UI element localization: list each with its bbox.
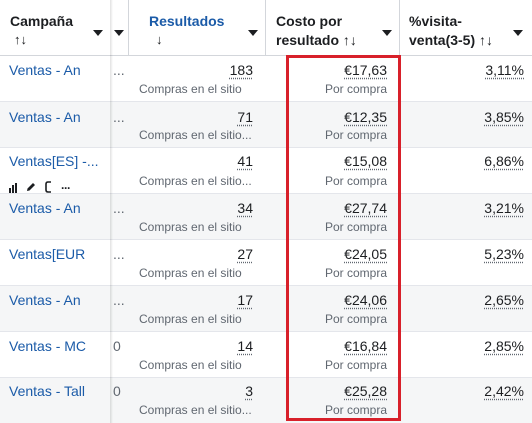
truncated-text: 0: [113, 383, 121, 399]
results-type: Compras en el sitio: [139, 358, 242, 372]
chevron-down-icon[interactable]: [93, 30, 103, 36]
column-title-cost: Costo por resultado ↑↓: [276, 12, 357, 50]
campaign-name-link[interactable]: Ventas - An: [9, 292, 81, 308]
chevron-down-icon[interactable]: [114, 30, 124, 36]
more-options-icon[interactable]: ···: [61, 182, 71, 194]
column-header-visit-sale[interactable]: %visita- venta(3-5) ↑↓: [399, 0, 532, 56]
sort-icon[interactable]: ↑↓: [343, 32, 357, 48]
chevron-down-icon[interactable]: [382, 30, 392, 36]
truncated-text: ...: [113, 292, 125, 308]
visit-sale-pct[interactable]: 2,85%: [484, 338, 524, 354]
results-type: Compras en el sitio...: [139, 403, 252, 417]
results-type: Compras en el sitio...: [139, 174, 252, 188]
results-type: Compras en el sitio...: [139, 128, 252, 142]
visit-sale-pct[interactable]: 5,23%: [484, 246, 524, 262]
chart-icon[interactable]: [9, 183, 17, 193]
visit-sale-pct[interactable]: 6,86%: [484, 153, 524, 169]
table-row[interactable]: Ventas[EUR ... 27 Compras en el sitio €2…: [0, 240, 532, 286]
results-type: Compras en el sitio: [139, 312, 242, 326]
visit-sale-pct[interactable]: 2,42%: [484, 383, 524, 399]
sort-down-icon[interactable]: ↓: [156, 32, 163, 47]
table-header: Campaña ↑↓ Resultados ↓ Costo por result…: [0, 0, 532, 56]
pencil-icon[interactable]: [25, 181, 37, 195]
table-row[interactable]: Ventas[ES] -... 41 Compras en el sitio..…: [0, 148, 532, 194]
column-title-cost-line1: Costo por: [276, 13, 343, 29]
campaign-name-link[interactable]: Ventas - An: [9, 62, 81, 78]
truncated-text: ...: [113, 62, 125, 78]
visit-sale-pct[interactable]: 2,65%: [484, 292, 524, 308]
column-title-cost-line2: resultado: [276, 32, 340, 48]
sort-icon[interactable]: ↑↓: [479, 32, 493, 48]
table-row[interactable]: Ventas - An ... 71 Compras en el sitio..…: [0, 102, 532, 148]
table-row[interactable]: Ventas - An ... 34 Compras en el sitio €…: [0, 194, 532, 240]
column-title-results: Resultados: [149, 13, 225, 29]
visit-sale-pct[interactable]: 3,11%: [485, 62, 524, 78]
results-value[interactable]: 34: [237, 200, 253, 216]
truncated-text: 0: [113, 338, 121, 354]
cost-column-highlight: [286, 55, 401, 421]
campaign-name-link[interactable]: Ventas - An: [9, 200, 81, 216]
visit-sale-pct[interactable]: 3,85%: [484, 109, 524, 125]
chevron-down-icon[interactable]: [513, 30, 523, 36]
campaign-name-link[interactable]: Ventas[EUR: [9, 246, 85, 262]
visit-sale-pct[interactable]: 3,21%: [484, 200, 524, 216]
results-value[interactable]: 183: [230, 62, 253, 78]
sort-icon[interactable]: ↑↓: [14, 32, 27, 47]
campaign-name-link[interactable]: Ventas - MC: [9, 338, 86, 354]
column-header-hidden[interactable]: [111, 0, 128, 56]
results-value[interactable]: 14: [237, 338, 253, 354]
table-row[interactable]: Ventas - MC 0 14 Compras en el sitio €16…: [0, 332, 532, 378]
truncated-text: ...: [113, 200, 125, 216]
table-row[interactable]: Ventas - An ... 183 Compras en el sitio …: [0, 56, 532, 102]
column-title-visit-sale: %visita- venta(3-5) ↑↓: [409, 12, 493, 50]
chevron-down-icon[interactable]: [248, 30, 258, 36]
results-value[interactable]: 41: [237, 153, 253, 169]
column-divider: [128, 0, 129, 56]
truncated-text: ...: [113, 109, 125, 125]
results-type: Compras en el sitio: [139, 220, 242, 234]
table-row[interactable]: Ventas - An ... 17 Compras en el sitio €…: [0, 286, 532, 332]
column-title-visit-line2: venta(3-5): [409, 32, 476, 48]
duplicate-icon[interactable]: [45, 181, 53, 195]
column-header-cost[interactable]: Costo por resultado ↑↓: [266, 0, 400, 56]
campaign-name-link[interactable]: Ventas - Tall: [9, 383, 85, 399]
results-type: Compras en el sitio: [139, 266, 242, 280]
truncated-text: ...: [113, 246, 125, 262]
table-row[interactable]: Ventas - Tall 0 3 Compras en el sitio...…: [0, 378, 532, 423]
results-value[interactable]: 3: [245, 383, 253, 399]
results-value[interactable]: 27: [237, 246, 253, 262]
column-title-visit-line1: %visita-: [409, 13, 462, 29]
frozen-column-shadow: [110, 0, 113, 423]
column-header-results[interactable]: Resultados ↓: [138, 0, 266, 56]
campaign-name-link[interactable]: Ventas[ES] -...: [9, 153, 99, 169]
row-actions: ···: [9, 181, 71, 195]
column-title-campaign: Campaña: [10, 13, 74, 29]
results-type: Compras en el sitio: [139, 82, 242, 96]
column-header-campaign[interactable]: Campaña ↑↓: [0, 0, 111, 56]
results-value[interactable]: 71: [237, 109, 253, 125]
results-value[interactable]: 17: [237, 292, 253, 308]
campaign-name-link[interactable]: Ventas - An: [9, 109, 81, 125]
